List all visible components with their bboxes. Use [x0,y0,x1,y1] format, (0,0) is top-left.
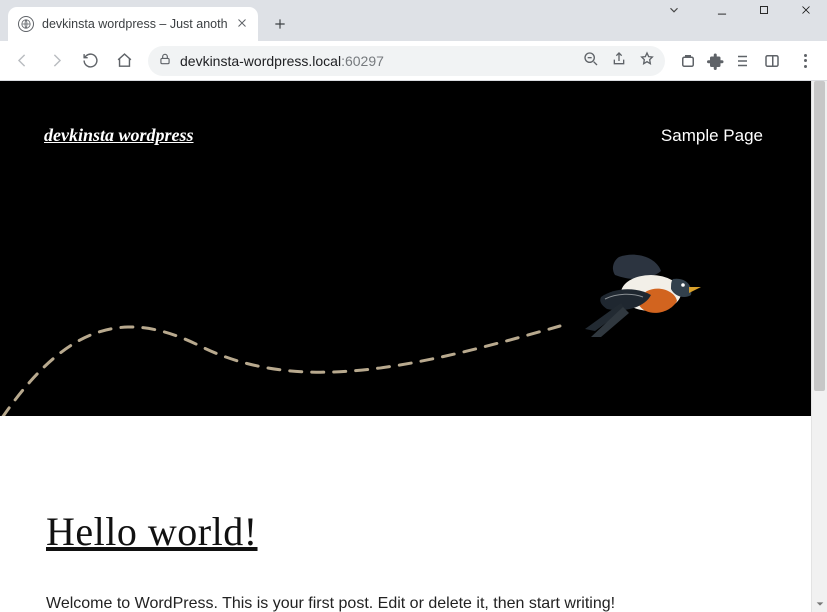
extensions-puzzle-icon[interactable] [707,52,725,70]
side-panel-icon[interactable] [763,52,781,70]
close-button[interactable] [799,3,813,22]
vertical-scrollbar[interactable] [811,81,827,612]
home-button[interactable] [110,47,138,75]
chevron-down-icon[interactable] [667,3,681,22]
tab-title: devkinsta wordpress – Just anoth [42,17,228,31]
back-button[interactable] [8,47,36,75]
url-host: devkinsta-wordpress.local [180,53,341,69]
bookmark-star-icon[interactable] [639,51,655,70]
window-controls [667,0,827,18]
browser-tab[interactable]: devkinsta wordpress – Just anoth [8,7,258,41]
post-content: Hello world! Welcome to WordPress. This … [0,416,811,612]
browser-window: devkinsta wordpress – Just anoth devkins… [0,0,827,612]
omnibox-actions [583,51,655,70]
toolbar-right [675,51,819,71]
minimize-button[interactable] [715,3,729,22]
toolbar: devkinsta-wordpress.local:60297 [0,41,827,81]
extension-box-icon[interactable] [679,52,697,70]
url-port: :60297 [341,53,384,69]
new-tab-button[interactable] [266,10,294,38]
site-title-link[interactable]: devkinsta wordpress [44,125,194,146]
post-excerpt: Welcome to WordPress. This is your first… [46,595,765,612]
reading-list-icon[interactable] [735,52,753,70]
site-header: devkinsta wordpress Sample Page [0,81,811,146]
post-title-link[interactable]: Hello world! [46,508,765,555]
titlebar: devkinsta wordpress – Just anoth [0,0,827,41]
forward-button[interactable] [42,47,70,75]
reload-button[interactable] [76,47,104,75]
globe-icon [18,16,34,32]
page-content: devkinsta wordpress Sample Page [0,81,811,612]
maximize-button[interactable] [757,3,771,22]
scrollbar-thumb[interactable] [814,81,825,391]
kebab-menu-icon[interactable] [795,51,815,71]
lock-icon [158,52,172,69]
share-icon[interactable] [611,51,627,70]
scroll-down-icon[interactable] [812,596,827,612]
bird-image [581,251,701,341]
viewport: devkinsta wordpress Sample Page [0,81,827,612]
nav-sample-page[interactable]: Sample Page [661,126,763,146]
zoom-out-icon[interactable] [583,51,599,70]
tab-close-icon[interactable] [236,17,248,31]
address-bar[interactable]: devkinsta-wordpress.local:60297 [148,46,665,76]
hero-section: devkinsta wordpress Sample Page [0,81,811,416]
url-text: devkinsta-wordpress.local:60297 [180,53,575,69]
